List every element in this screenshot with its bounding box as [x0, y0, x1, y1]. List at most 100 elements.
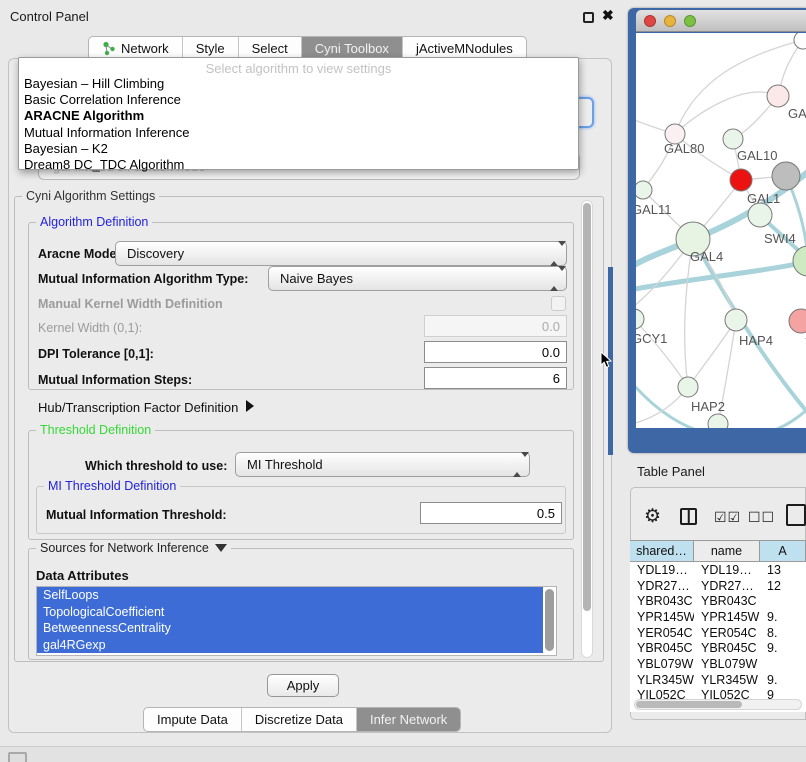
which-threshold-value: MI Threshold: [247, 457, 323, 472]
network-node[interactable]: [708, 414, 728, 428]
mi-steps-field[interactable]: 6: [424, 367, 567, 389]
column-header-name[interactable]: name: [694, 541, 760, 561]
tab-discretize-data[interactable]: Discretize Data: [241, 708, 356, 731]
network-node[interactable]: [748, 203, 772, 227]
dropdown-item[interactable]: Bayesian – Hill Climbing: [19, 76, 578, 92]
minimize-traffic-light-icon[interactable]: [664, 15, 676, 27]
table-row[interactable]: YBR043CYBR043C: [630, 593, 806, 609]
table-row[interactable]: YLR345WYLR345W9.: [630, 672, 806, 688]
node-label: HAP2: [691, 399, 725, 414]
network-node[interactable]: [723, 129, 743, 149]
mi-threshold-field[interactable]: 0.5: [420, 502, 562, 524]
settings-scrollbar-thumb[interactable]: [583, 203, 591, 611]
show-columns-icon[interactable]: [680, 508, 697, 525]
dropdown-items: Bayesian – Hill ClimbingBasic Correlatio…: [19, 76, 578, 173]
network-canvas[interactable]: GALGAL80GAL10GAL1GAL11SWI4GAL4GCY1HAP4YH…: [636, 33, 806, 428]
network-node[interactable]: [793, 246, 806, 276]
mi-steps-label: Mutual Information Steps:: [38, 373, 192, 387]
close-traffic-light-icon[interactable]: [644, 15, 656, 27]
tab-label: Cyni Toolbox: [315, 41, 389, 56]
zoom-traffic-light-icon[interactable]: [684, 15, 696, 27]
network-node-selected[interactable]: [730, 169, 752, 191]
table-hscrollbar-thumb[interactable]: [636, 701, 742, 708]
dropdown-item[interactable]: Basic Correlation Inference: [19, 92, 578, 108]
grip-icon[interactable]: [8, 752, 27, 762]
unselect-all-columns-icon[interactable]: ☐☐: [748, 509, 775, 526]
table-cell: YPR145W: [694, 610, 760, 624]
column-header-A[interactable]: A: [760, 541, 806, 561]
table-cell: YLR345W: [694, 673, 760, 687]
settings-scrollbar[interactable]: [581, 200, 593, 658]
table-row[interactable]: YDR27…YDR27…12: [630, 578, 806, 594]
table-cell: YBR045C: [694, 641, 760, 655]
node-label: GAL4: [690, 249, 723, 264]
table-row[interactable]: YER054CYER054C8.: [630, 625, 806, 641]
column-header-shared[interactable]: shared…: [630, 541, 694, 561]
stepper-icon: [550, 271, 559, 286]
algorithm-definition-title: Algorithm Definition: [36, 215, 152, 229]
network-node[interactable]: [794, 33, 806, 49]
function-builder-icon[interactable]: [786, 504, 806, 526]
attribute-list-item[interactable]: SelfLoops: [37, 587, 543, 604]
data-attributes-list[interactable]: SelfLoopsTopologicalCoefficientBetweenne…: [36, 586, 557, 656]
aracne-mode-combo[interactable]: Discovery: [115, 241, 567, 266]
network-node[interactable]: [636, 181, 652, 199]
table-cell: 12: [760, 579, 806, 593]
select-all-columns-icon[interactable]: ☑☑: [714, 509, 741, 526]
network-node[interactable]: [636, 309, 644, 329]
attributes-scrollbar-thumb[interactable]: [545, 589, 554, 651]
expanded-arrow-icon: [215, 544, 227, 552]
tab-infer-network[interactable]: Infer Network: [356, 708, 460, 731]
table-row[interactable]: YBR045CYBR045C9.: [630, 640, 806, 656]
dropdown-item[interactable]: Mutual Information Inference: [19, 125, 578, 141]
table-row[interactable]: YPR145WYPR145W9.: [630, 609, 806, 625]
control-panel-titlebar: Control Panel ✖: [0, 0, 620, 32]
dropdown-item[interactable]: Bayesian – K2: [19, 141, 578, 157]
dropdown-item[interactable]: ARACNE Algorithm: [19, 108, 578, 124]
attribute-list-item[interactable]: TopologicalCoefficient: [37, 604, 543, 621]
aracne-mode-value: Discovery: [127, 246, 184, 261]
tab-impute-data[interactable]: Impute Data: [144, 708, 241, 731]
network-edge: [688, 320, 736, 387]
table-cell: YDL19…: [630, 563, 694, 577]
mouse-cursor: [600, 352, 613, 369]
tab-label: Network: [121, 41, 169, 56]
sources-title[interactable]: Sources for Network Inference: [36, 541, 231, 555]
dpi-tolerance-field[interactable]: 0.0: [424, 341, 567, 363]
table-settings-gear-icon[interactable]: ⚙: [644, 505, 661, 528]
stepper-icon: [513, 457, 522, 472]
node-table: shared…nameA YDL19…YDL19…13YDR27…YDR27…1…: [630, 540, 806, 712]
attribute-list-item[interactable]: gal4RGexp: [37, 637, 543, 654]
kernel-width-value: 0.0: [542, 319, 560, 334]
network-icon: [102, 41, 116, 56]
mi-type-label: Mutual Information Algorithm Type:: [38, 272, 248, 286]
data-attributes-label: Data Attributes: [36, 568, 129, 583]
table-cell: YDR27…: [694, 579, 760, 593]
dropdown-item[interactable]: Dream8 DC_TDC Algorithm: [19, 157, 578, 173]
network-node[interactable]: [725, 309, 747, 331]
algorithm-dropdown-list: Select algorithm to view settings Bayesi…: [18, 57, 579, 170]
network-window-titlebar[interactable]: [636, 10, 806, 32]
which-threshold-combo[interactable]: MI Threshold: [235, 452, 530, 477]
node-label: HAP4: [739, 333, 773, 348]
table-horizontal-scrollbar[interactable]: [634, 699, 802, 710]
network-node[interactable]: [772, 162, 800, 190]
tab-label: jActiveMNodules: [416, 41, 513, 56]
attribute-list-item[interactable]: BetweennessCentrality: [37, 620, 543, 637]
network-node[interactable]: [789, 309, 806, 333]
table-row[interactable]: YBL079WYBL079W: [630, 656, 806, 672]
table-cell: YLR345W: [630, 673, 694, 687]
table-cell: 8.: [760, 626, 806, 640]
hub-definition-toggle[interactable]: Hub/Transcription Factor Definition: [38, 400, 254, 415]
manual-kernel-checkbox[interactable]: [551, 296, 566, 311]
mi-type-combo[interactable]: Naive Bayes: [268, 266, 567, 291]
table-row[interactable]: YDL19…YDL19…13: [630, 562, 806, 578]
table-cell: YBR045C: [630, 641, 694, 655]
table-cell: YER054C: [630, 626, 694, 640]
apply-button[interactable]: Apply: [267, 674, 339, 697]
close-icon[interactable]: ✖: [602, 7, 614, 24]
network-node[interactable]: [678, 377, 698, 397]
table-body: YDL19…YDL19…13YDR27…YDR27…12YBR043CYBR04…: [630, 562, 806, 703]
network-node[interactable]: [767, 85, 789, 107]
float-window-icon[interactable]: [583, 12, 594, 23]
